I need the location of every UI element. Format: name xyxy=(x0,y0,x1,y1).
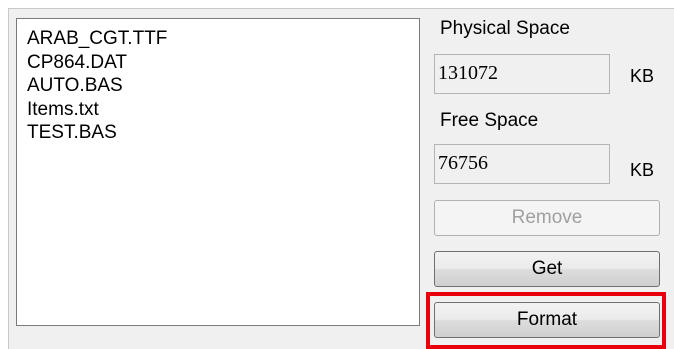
physical-space-field: 131072 xyxy=(434,54,610,94)
get-button[interactable]: Get xyxy=(434,251,660,287)
free-space-field: 76756 xyxy=(434,144,610,184)
list-item[interactable]: TEST.BAS xyxy=(27,121,419,145)
free-space-label: Free Space xyxy=(440,110,539,131)
format-button-highlight xyxy=(426,292,666,349)
physical-space-label: Physical Space xyxy=(440,18,570,39)
file-list[interactable]: ARAB_CGT.TTF CP864.DAT AUTO.BAS Items.tx… xyxy=(16,18,420,326)
free-space-unit: KB xyxy=(630,160,655,180)
list-item[interactable]: ARAB_CGT.TTF xyxy=(27,27,419,51)
list-item[interactable]: Items.txt xyxy=(27,98,419,122)
remove-button[interactable]: Remove xyxy=(434,200,660,236)
list-item[interactable]: CP864.DAT xyxy=(27,51,419,75)
physical-space-unit: KB xyxy=(630,66,655,86)
list-item[interactable]: AUTO.BAS xyxy=(27,74,419,98)
